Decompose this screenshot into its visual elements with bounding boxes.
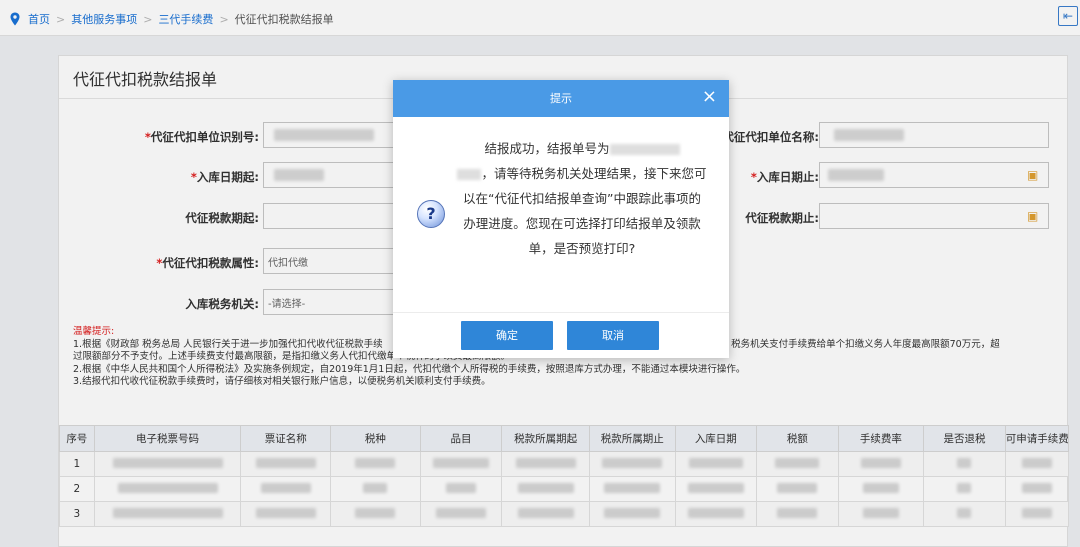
redacted-report-number-tail <box>457 169 482 180</box>
result-dialog: 提示 × ? 结报成功，结报单号为 ，请等待税务机关处理结果，接下来您可以在“代… <box>393 80 729 358</box>
dialog-message: 结报成功，结报单号为 ，请等待税务机关处理结果，接下来您可以在“代征代扣结报单查… <box>457 136 707 261</box>
cancel-button[interactable]: 取消 <box>567 321 659 350</box>
redacted-report-number <box>609 144 680 155</box>
question-icon: ? <box>417 200 445 228</box>
confirm-button[interactable]: 确定 <box>461 321 553 350</box>
close-icon[interactable]: × <box>702 80 717 114</box>
dialog-divider <box>393 312 729 313</box>
dialog-header: 提示 × <box>393 80 729 117</box>
dialog-title: 提示 <box>550 92 572 105</box>
